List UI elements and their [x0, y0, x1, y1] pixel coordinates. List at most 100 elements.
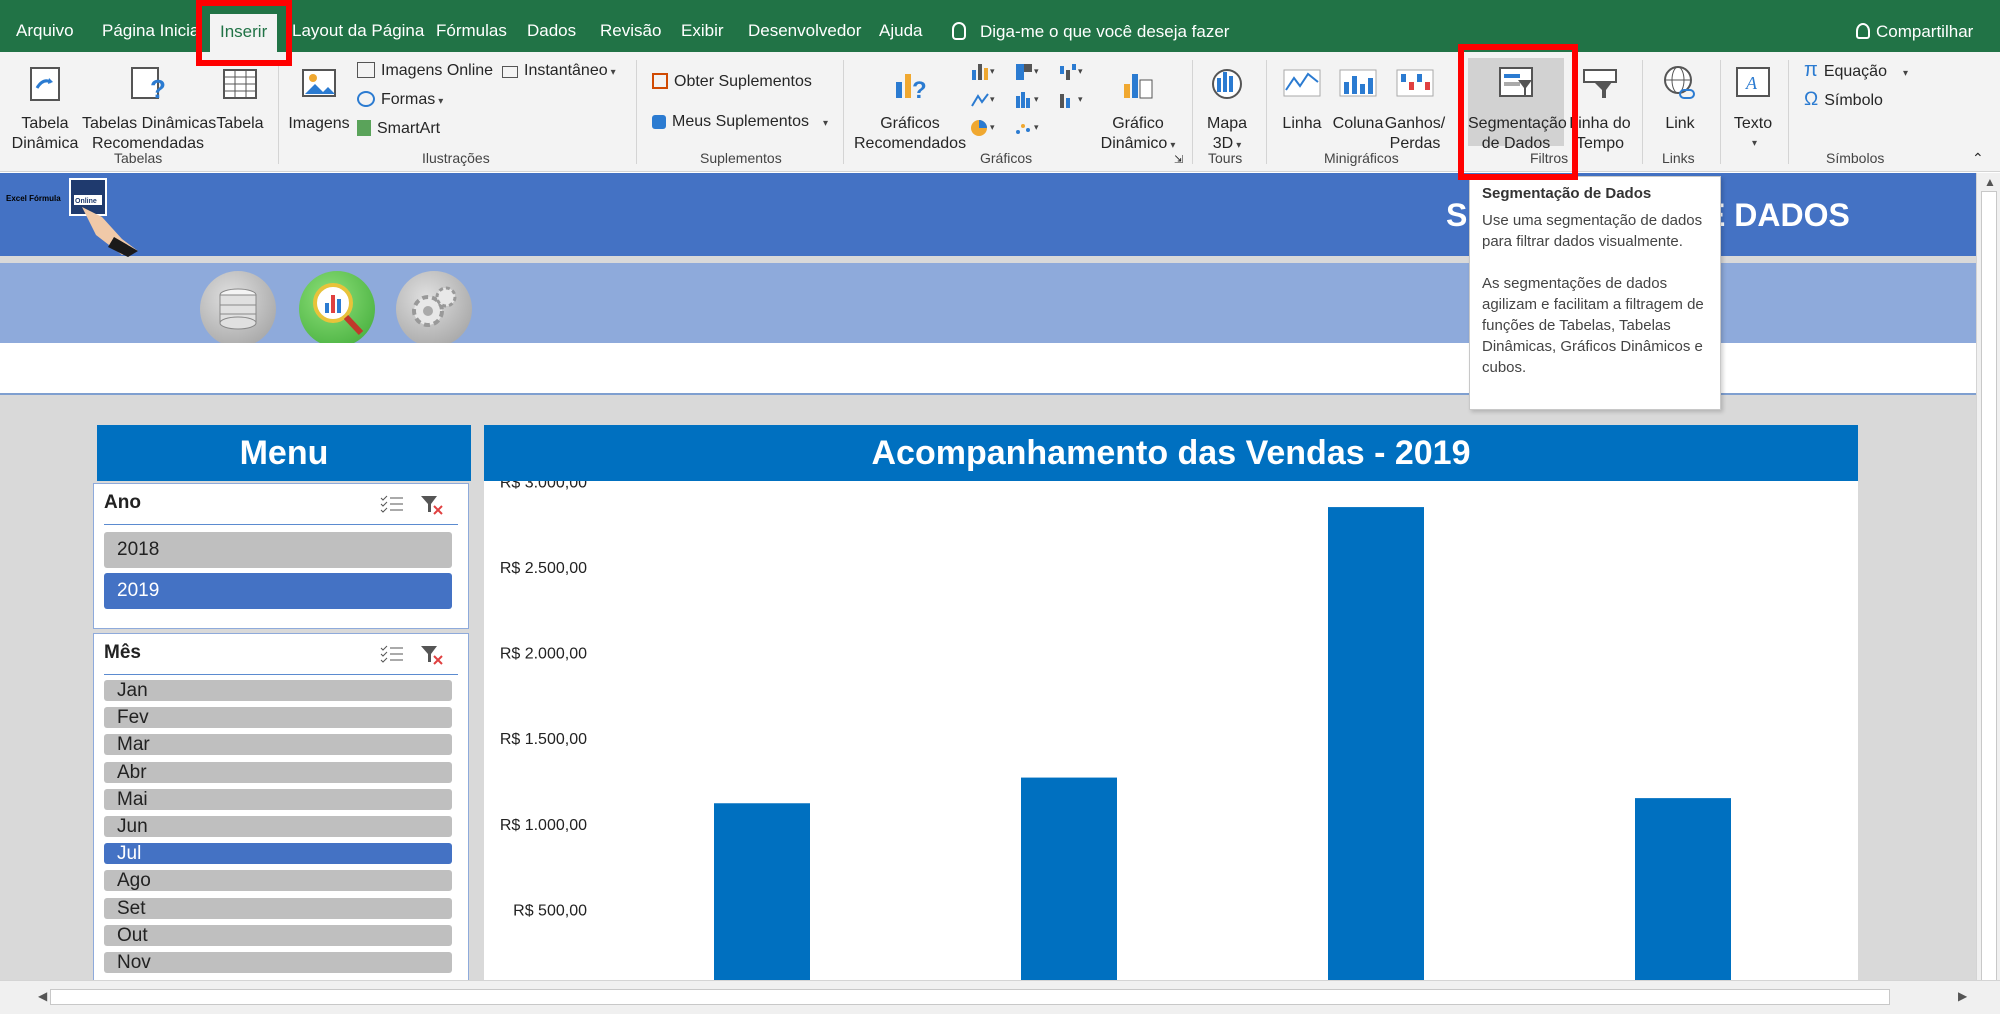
my-addins-button[interactable]: Meus Suplementos ▾: [652, 112, 828, 134]
slicer-ano-title: Ano: [104, 492, 141, 513]
analysis-nav-button[interactable]: [299, 271, 375, 347]
chart-bar[interactable]: [1635, 798, 1731, 980]
combo-chart-icon[interactable]: ▾: [1058, 90, 1086, 112]
horizontal-scroll-thumb[interactable]: [50, 989, 1890, 1005]
slicer-mes-item[interactable]: Jul: [104, 843, 452, 865]
tab-ajuda[interactable]: Ajuda: [879, 0, 922, 52]
slicer-mes-item[interactable]: Set: [104, 897, 452, 919]
equation-button[interactable]: π Equação ▾: [1804, 60, 1908, 84]
camera-icon: [502, 66, 518, 78]
sales-chart[interactable]: R$ 3.000,00 R$ 2.500,00 R$ 2.000,00 R$ 1.50…: [484, 474, 1858, 980]
chart-title: Acompanhamento das Vendas - 2019: [484, 425, 1858, 481]
3d-map-label-1: Mapa: [1206, 115, 1248, 132]
ribbon-tab-bar: Arquivo Página Inicial Inserir Layout da…: [0, 0, 2000, 52]
tab-revisao[interactable]: Revisão: [600, 0, 661, 52]
scroll-left-icon[interactable]: ◀: [38, 989, 47, 1003]
text-button[interactable]: A Texto ▾: [1728, 58, 1778, 154]
tab-desenvolvedor[interactable]: Desenvolvedor: [748, 0, 861, 52]
chart-bar[interactable]: [714, 803, 810, 980]
slicer-mes-item[interactable]: Jan: [104, 680, 452, 701]
tab-layout-da-pagina[interactable]: Layout da Página: [292, 0, 424, 52]
database-nav-button[interactable]: [200, 271, 276, 347]
tab-exibir[interactable]: Exibir: [681, 0, 724, 52]
settings-nav-button[interactable]: [396, 271, 472, 347]
scroll-up-icon[interactable]: ▲: [1984, 175, 1996, 189]
y-tick-label: R$ 3.000,00: [500, 481, 587, 491]
slicer-mes-item[interactable]: Abr: [104, 761, 452, 783]
pivot-chart-label-2: Dinâmico ▾: [1098, 134, 1178, 156]
recommended-charts-button[interactable]: ? Gráficos Recomendados: [854, 58, 966, 154]
slicer-mes-item[interactable]: Jun: [104, 816, 452, 837]
group-label-minigraficos: Minigráficos: [1324, 150, 1399, 166]
smartart-button[interactable]: SmartArt: [357, 119, 440, 139]
database-icon: [219, 288, 257, 330]
group-separator: [1788, 60, 1789, 164]
table-icon: [223, 69, 257, 99]
charts-dialog-launcher-icon[interactable]: ⇲: [1174, 150, 1183, 170]
multi-select-icon[interactable]: [380, 494, 404, 514]
chart-bar[interactable]: [1328, 507, 1424, 980]
svg-text:▾: ▾: [1034, 123, 1039, 133]
shapes-button[interactable]: Formas ▾: [357, 90, 443, 112]
slicer-mes-item[interactable]: Out: [104, 924, 452, 946]
pivot-chart-label-2-text: Dinâmico: [1100, 135, 1168, 152]
slicer-mes-item[interactable]: Fev: [104, 707, 452, 729]
group-label-tours: Tours: [1208, 150, 1243, 166]
shapes-icon: [357, 91, 375, 107]
hierarchy-chart-icon[interactable]: ▾: [1014, 62, 1042, 84]
online-images-button[interactable]: Imagens Online: [357, 61, 493, 81]
slicer-mes-item[interactable]: Mai: [104, 788, 452, 810]
svg-text:▾: ▾: [990, 95, 995, 105]
column-chart-icon[interactable]: ▾: [970, 62, 998, 84]
link-button[interactable]: Link: [1652, 58, 1708, 134]
vertical-scroll-thumb[interactable]: [1981, 191, 1997, 1011]
symbol-button[interactable]: Ω Símbolo: [1804, 90, 1883, 111]
table-button[interactable]: Tabela: [214, 58, 266, 134]
sparkline-column-button[interactable]: Coluna: [1332, 58, 1384, 134]
slicer-ano-item[interactable]: 2018: [104, 532, 452, 568]
slicer-mes-item[interactable]: Mar: [104, 734, 452, 756]
screenshot-button[interactable]: Instantâneo ▾: [502, 61, 616, 83]
statistic-chart-icon[interactable]: ▾: [1014, 90, 1042, 112]
slicer-ano-item[interactable]: 2019: [104, 573, 452, 609]
line-chart-icon[interactable]: ▾: [970, 90, 998, 112]
get-addins-label: Obter Suplementos: [674, 73, 812, 90]
slicer-mes-item[interactable]: Ago: [104, 870, 452, 892]
timeline-icon: [1583, 69, 1617, 98]
collapse-ribbon-icon[interactable]: ⌃: [1972, 148, 1984, 168]
pivot-chart-button[interactable]: Gráfico Dinâmico ▾: [1098, 58, 1178, 156]
images-label: Imagens: [288, 115, 350, 132]
tab-arquivo[interactable]: Arquivo: [16, 0, 74, 52]
chart-bar[interactable]: [1021, 777, 1117, 980]
scroll-right-icon[interactable]: ▶: [1958, 989, 1967, 1003]
tell-me-box[interactable]: Diga-me o que você deseja fazer: [952, 22, 1229, 42]
horizontal-scrollbar[interactable]: ◀ ▶: [0, 980, 2000, 1014]
scatter-chart-icon[interactable]: ▾: [1014, 118, 1042, 140]
clear-filter-icon[interactable]: [420, 644, 444, 666]
slicer-tooltip: Segmentação de Dados Use uma segmentação…: [1469, 176, 1721, 410]
smartart-icon: [357, 120, 371, 136]
sparkline-winloss-button[interactable]: Ganhos/ Perdas: [1384, 58, 1446, 154]
slicer-ano[interactable]: Ano 2018 2019: [93, 483, 469, 629]
share-label: Compartilhar: [1876, 22, 1974, 41]
pie-chart-icon[interactable]: ▾: [970, 118, 998, 140]
images-button[interactable]: Imagens: [288, 58, 350, 134]
sparkline-line-button[interactable]: Linha: [1276, 58, 1328, 134]
tab-dados[interactable]: Dados: [527, 0, 576, 52]
tab-pagina-inicial[interactable]: Página Inicial: [102, 0, 203, 52]
slicer-mes-item[interactable]: Nov: [104, 952, 452, 973]
clear-filter-icon[interactable]: [420, 494, 444, 516]
share-button[interactable]: Compartilhar: [1856, 22, 1973, 42]
3d-map-button[interactable]: Mapa 3D ▾: [1200, 58, 1254, 156]
slicer-mes[interactable]: Mês Jan Fev Mar Abr Mai Jun Jul Ago Set Out Nov: [93, 633, 469, 980]
y-tick-label: R$ 1.500,00: [500, 731, 587, 748]
pivot-table-button[interactable]: Tabela Dinâmica: [8, 58, 82, 154]
tab-formulas[interactable]: Fórmulas: [436, 0, 507, 52]
recommended-pivot-button[interactable]: ? Tabelas Dinâmicas Recomendadas: [82, 58, 216, 154]
vertical-scrollbar[interactable]: ▲: [1976, 173, 2000, 1011]
waterfall-chart-icon[interactable]: ▾: [1058, 62, 1086, 84]
svg-text:▾: ▾: [990, 67, 995, 77]
get-addins-button[interactable]: Obter Suplementos: [652, 72, 812, 92]
multi-select-icon[interactable]: [380, 644, 404, 664]
link-icon: [1664, 66, 1695, 99]
